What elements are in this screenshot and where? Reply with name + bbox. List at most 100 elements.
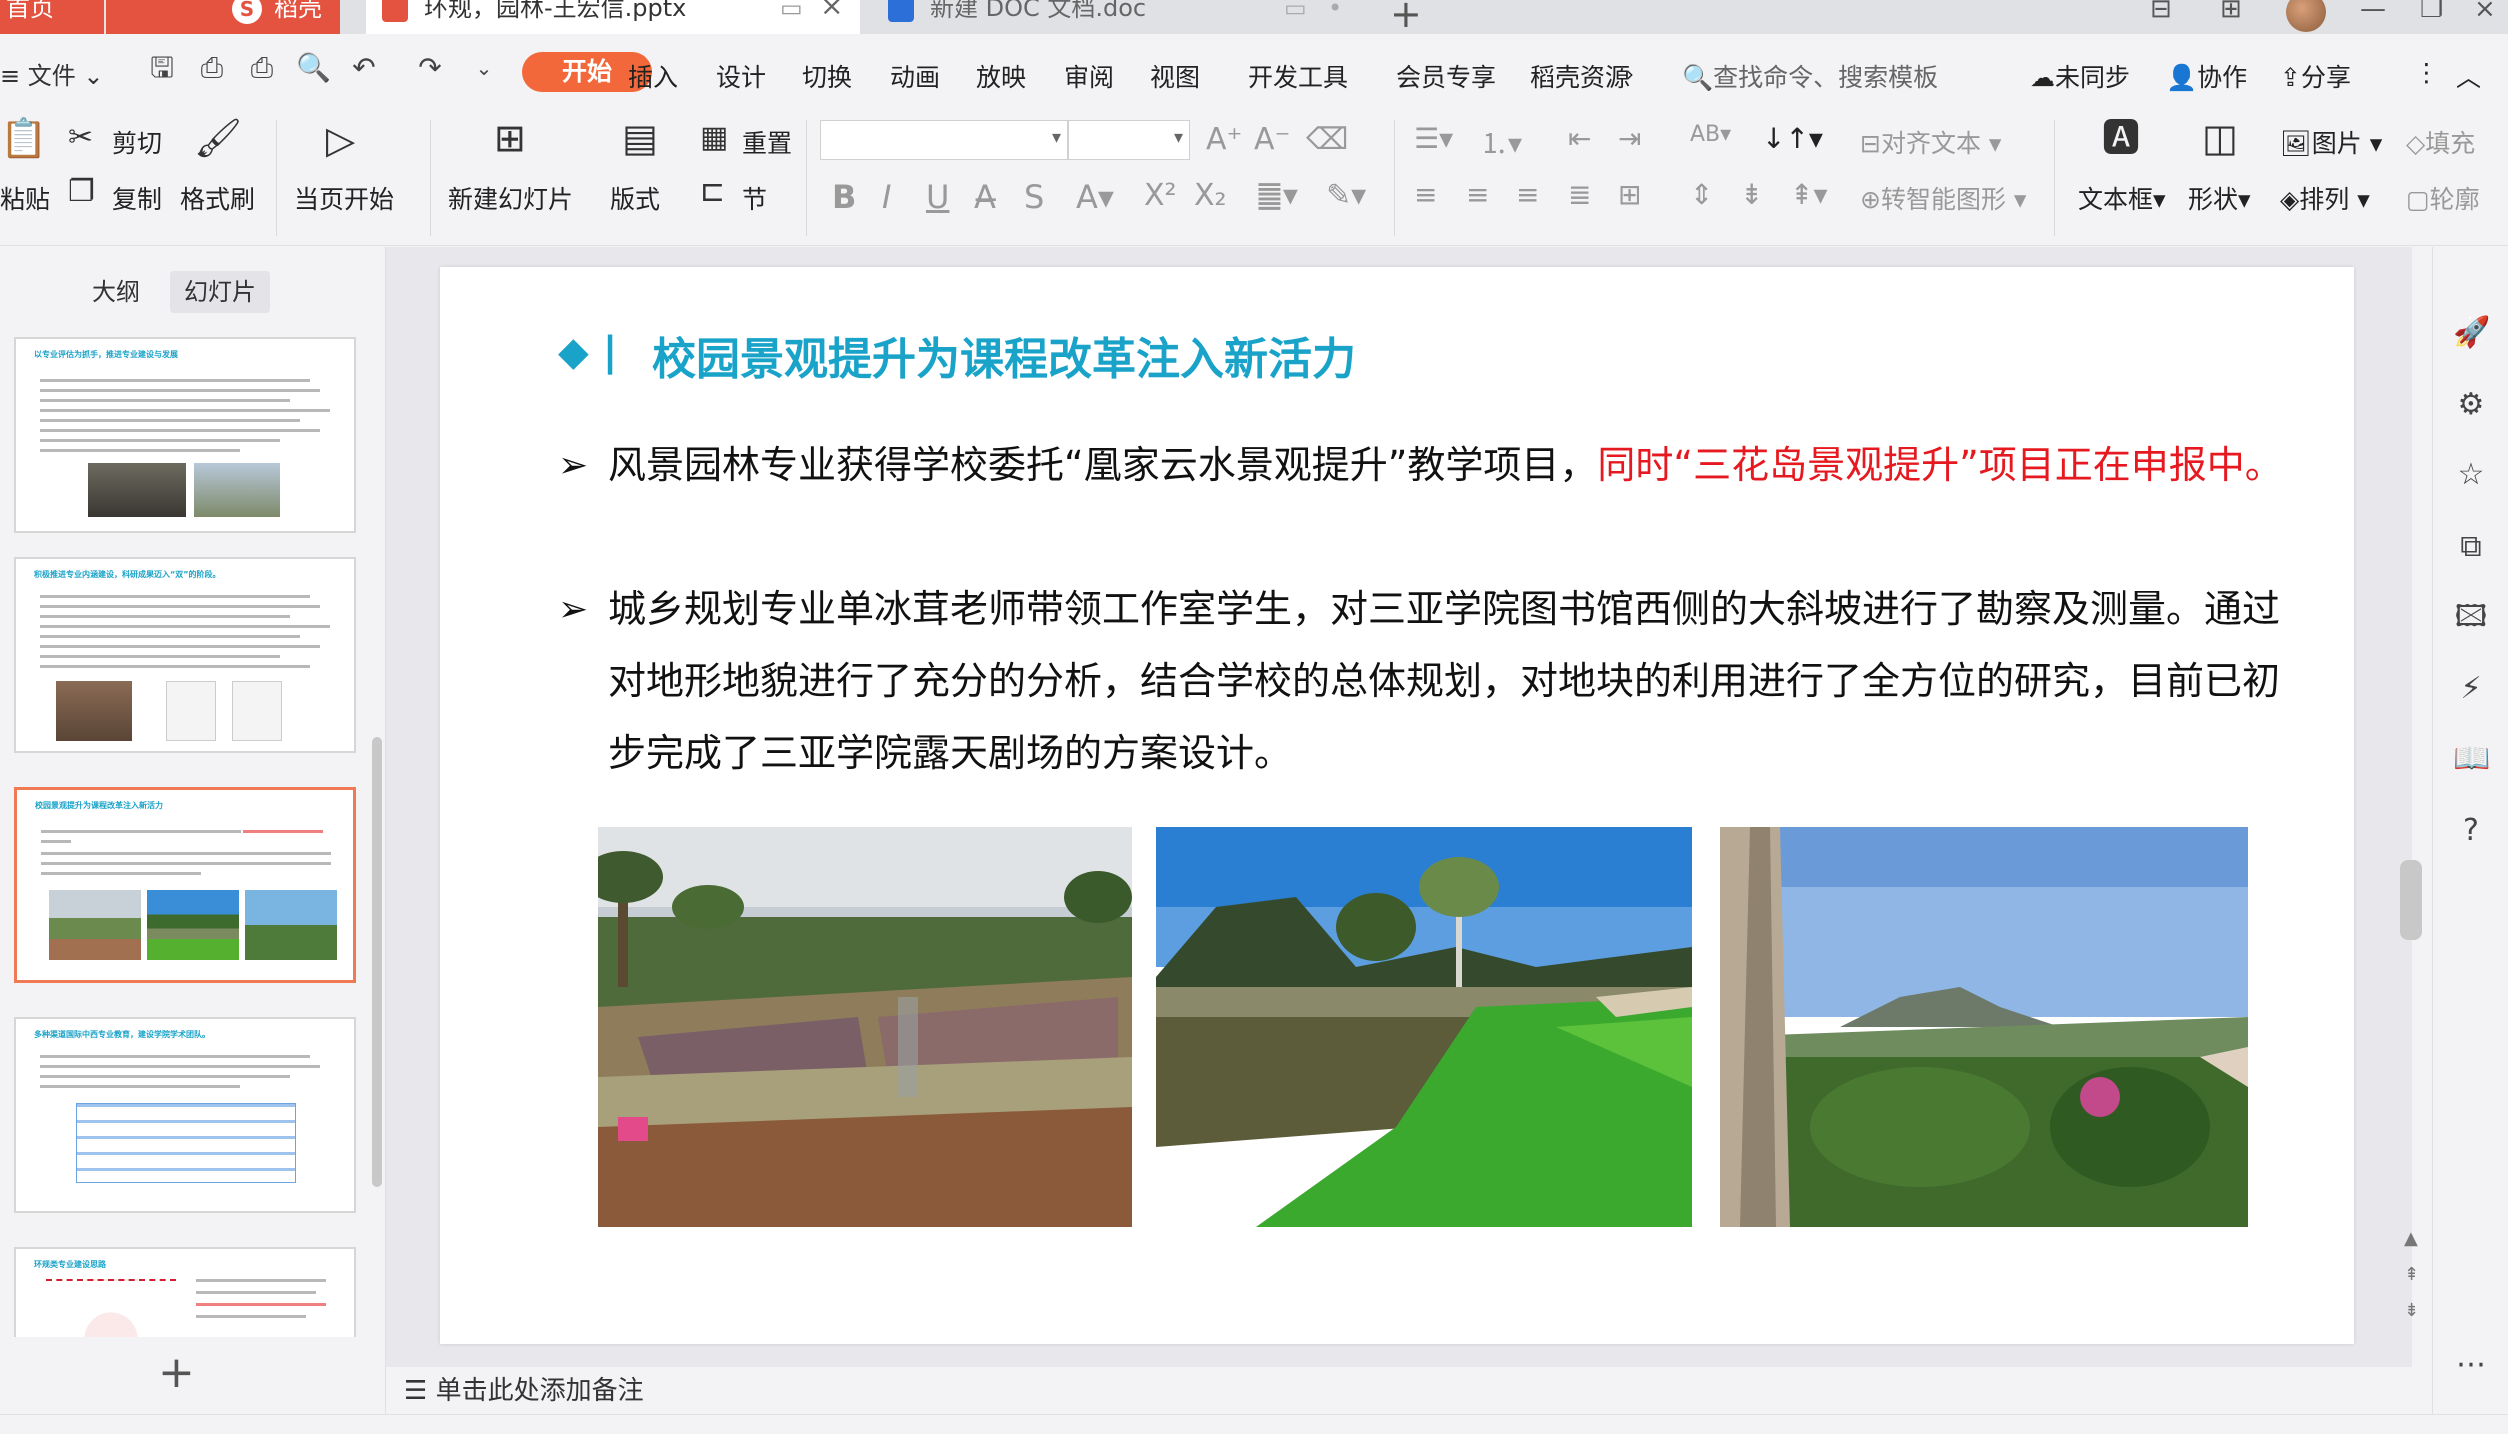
- format-painter-icon[interactable]: 🖌: [194, 118, 242, 158]
- strikethrough-icon[interactable]: A̶: [974, 178, 996, 216]
- fill-button[interactable]: ◇填充: [2406, 124, 2475, 160]
- tab-animation[interactable]: 动画: [890, 58, 940, 94]
- tab-slideshow[interactable]: 放映: [976, 58, 1026, 94]
- customize-toolbar-icon[interactable]: ⌄: [468, 52, 500, 84]
- rocket-icon[interactable]: 🚀: [2453, 315, 2490, 351]
- copy-icon[interactable]: ❐: [68, 172, 95, 212]
- new-tab-plus-icon[interactable]: +: [1390, 0, 1422, 36]
- slide-thumbnail[interactable]: 积极推进专业内涵建设，科研成果迈入“双”的阶段。: [14, 557, 356, 753]
- lightning-icon[interactable]: ⚡: [2453, 671, 2489, 707]
- more-dots-icon[interactable]: ⋯: [2453, 1347, 2489, 1383]
- file-menu[interactable]: ≡ 文件 ⌄: [0, 56, 104, 91]
- font-color-icon[interactable]: A▾: [1076, 178, 1114, 216]
- collaborate-button[interactable]: 👤协作: [2166, 58, 2247, 94]
- reset-icon[interactable]: ▦: [700, 118, 728, 158]
- font-family-select[interactable]: [820, 120, 1068, 160]
- decrease-font-icon[interactable]: A⁻: [1254, 122, 1290, 157]
- align-left-icon[interactable]: ≡: [1414, 178, 1437, 211]
- slide-page[interactable]: ◆ | 校园景观提升为课程改革注入新活力 ➢ 风景园林专业获得学校委托“凰家云水…: [440, 267, 2354, 1344]
- align-center-icon[interactable]: ≡: [1466, 178, 1489, 211]
- arrange-button[interactable]: ◈排列 ▾: [2280, 180, 2370, 216]
- shape-button[interactable]: 形状▾: [2188, 180, 2251, 216]
- adjust-sliders-icon[interactable]: ⚙: [2453, 387, 2489, 423]
- print-preview-icon[interactable]: 🔍: [296, 52, 331, 84]
- bold-icon[interactable]: B: [832, 178, 856, 216]
- close-tab-icon[interactable]: ×: [820, 0, 843, 20]
- collapse-ribbon-icon[interactable]: ︿: [2456, 58, 2481, 94]
- paste-button[interactable]: 粘贴: [0, 180, 50, 216]
- export-pdf-icon[interactable]: ⎙: [196, 52, 228, 84]
- outline-button[interactable]: ▢轮廓: [2406, 180, 2480, 216]
- paragraph-2[interactable]: 城乡规划专业单冰茸老师带领工作室学生，对三亚学院图书馆西侧的大斜坡进行了勘察及测…: [608, 573, 2288, 789]
- undo-icon[interactable]: ↶: [348, 52, 380, 84]
- photo-campus-landscape[interactable]: [1720, 827, 2248, 1227]
- text-columns-icon[interactable]: AB▾: [1690, 122, 1731, 147]
- tab-developer[interactable]: 开发工具: [1248, 58, 1348, 94]
- slide-thumbnail[interactable]: 多种渠道国际中西专业教育，建设学院学术团队。: [14, 1017, 356, 1213]
- phonetic-guide-icon[interactable]: ䷀▾: [1256, 178, 1298, 213]
- tab-insert[interactable]: 插入: [628, 58, 678, 94]
- clear-format-icon[interactable]: ⌫: [1306, 122, 1348, 157]
- tab-member[interactable]: 会员专享: [1396, 58, 1496, 94]
- textbox-button[interactable]: 文本框▾: [2078, 180, 2166, 216]
- play-icon[interactable]: ▷: [326, 120, 355, 160]
- tab-doc-document[interactable]: 新建 DOC 文档.doc ▭ •: [870, 0, 1350, 34]
- more-tabs-chevron-icon[interactable]: ›: [1626, 62, 1634, 86]
- close-window-icon[interactable]: ×: [2474, 0, 2496, 24]
- justify-icon[interactable]: ≣: [1568, 178, 1591, 211]
- slide-thumbnail[interactable]: 以专业评估为抓手，推进专业建设与发展: [14, 337, 356, 533]
- tab-pptx-document[interactable]: 环规，园林-王宏信.pptx ▭ ×: [366, 0, 860, 34]
- minimize-icon[interactable]: —: [2360, 0, 2386, 24]
- tab-daoke[interactable]: S 稻壳: [106, 0, 340, 34]
- tab-review[interactable]: 审阅: [1064, 58, 1114, 94]
- more-options-icon[interactable]: ⋮: [2414, 58, 2439, 87]
- slide-thumbnail[interactable]: 环规类专业建设思路: [14, 1247, 356, 1337]
- tab-transition[interactable]: 切换: [802, 58, 852, 94]
- new-slide-icon[interactable]: ⊞: [494, 118, 526, 158]
- redo-icon[interactable]: ↷: [414, 52, 446, 84]
- paragraph-spacing-icon[interactable]: ⇕: [1690, 178, 1713, 211]
- shape-icon[interactable]: ◫: [2202, 118, 2238, 158]
- section-button[interactable]: 节: [742, 180, 767, 216]
- underline-icon[interactable]: U: [926, 178, 949, 216]
- scissors-icon[interactable]: ✂: [68, 118, 93, 158]
- align-right-icon[interactable]: ≡: [1516, 178, 1539, 211]
- restore-window-icon[interactable]: ❐: [2420, 0, 2443, 24]
- line-spacing-icon[interactable]: ↓↑▾: [1762, 122, 1823, 155]
- subscript-icon[interactable]: X₂: [1194, 178, 1227, 213]
- gallery-icon[interactable]: 🖾: [2453, 599, 2489, 635]
- prev-page-icon[interactable]: ⇞: [2404, 1264, 2419, 1285]
- share-button[interactable]: ⇪分享: [2280, 58, 2351, 94]
- sync-status[interactable]: ☁未同步: [2030, 58, 2130, 94]
- slide-thumbnail-selected[interactable]: 校园景观提升为课程改革注入新活力: [14, 787, 356, 983]
- copy-button[interactable]: 复制: [112, 180, 162, 216]
- add-notes-bar[interactable]: ☰ 单击此处添加备注: [404, 1370, 644, 1407]
- tab-design[interactable]: 设计: [716, 58, 766, 94]
- font-size-select[interactable]: [1068, 120, 1190, 160]
- layout-icon[interactable]: ▤: [622, 118, 658, 158]
- layout-icon[interactable]: ⊟: [2150, 0, 2172, 24]
- tab-daoke-resources[interactable]: 稻壳资源: [1530, 58, 1630, 94]
- add-slide-plus-icon[interactable]: +: [158, 1347, 195, 1398]
- format-painter-button[interactable]: 格式刷: [180, 180, 255, 216]
- star-icon[interactable]: ☆: [2453, 457, 2489, 493]
- photo-flower-nursery[interactable]: [598, 827, 1132, 1227]
- print-icon[interactable]: ⎙: [246, 52, 278, 84]
- tab-view[interactable]: 视图: [1150, 58, 1200, 94]
- thumbnail-scrollbar[interactable]: [372, 737, 382, 1187]
- highlight-icon[interactable]: ✎▾: [1326, 178, 1366, 213]
- space-before-icon[interactable]: ⇟: [1740, 178, 1763, 211]
- section-icon[interactable]: ⊏: [700, 172, 725, 212]
- grid-apps-icon[interactable]: ⊞: [2220, 0, 2242, 24]
- distribute-icon[interactable]: ⊞: [1618, 178, 1641, 211]
- numbering-icon[interactable]: ⒈▾: [1480, 122, 1522, 162]
- layout-button[interactable]: 版式: [610, 180, 660, 216]
- command-search[interactable]: 🔍查找命令、搜索模板: [1682, 58, 1938, 94]
- increase-indent-icon[interactable]: ⇥: [1618, 122, 1641, 155]
- canvas-scrollbar-thumb[interactable]: [2400, 860, 2422, 940]
- monitor-icon[interactable]: ▭: [780, 0, 803, 20]
- help-icon[interactable]: ?: [2453, 813, 2489, 849]
- italic-icon[interactable]: I: [882, 178, 891, 216]
- shadow-icon[interactable]: S: [1024, 178, 1044, 216]
- play-current-button[interactable]: 当页开始: [294, 180, 394, 216]
